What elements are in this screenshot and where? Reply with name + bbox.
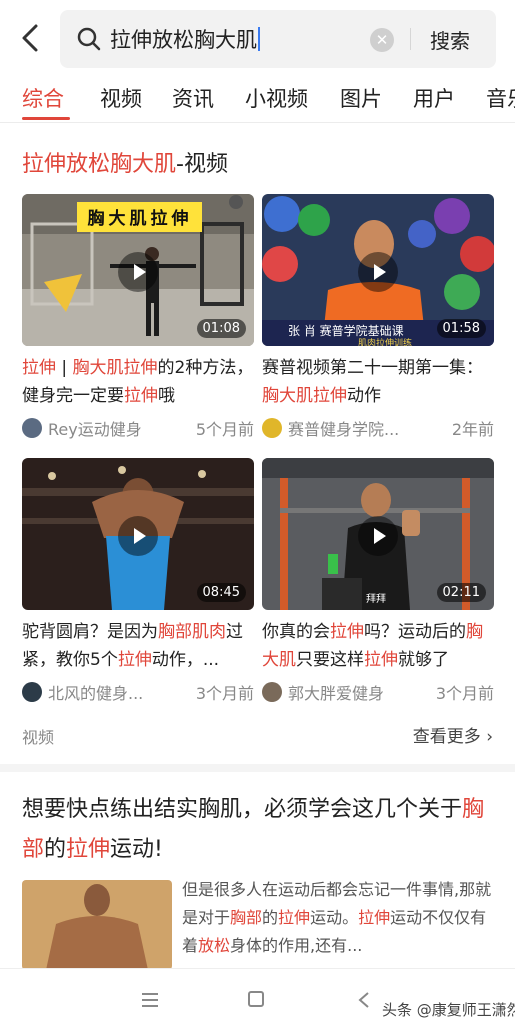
author-name[interactable]: Rey运动健身 [48, 416, 142, 440]
highlighted-keyword: 拉伸 [358, 908, 391, 927]
section-separator [0, 764, 515, 772]
tab-short-video[interactable]: 小视频 [245, 83, 308, 113]
tab-comprehensive[interactable]: 综合 [22, 83, 64, 113]
video-title[interactable]: 赛普视频第二十一期第一集： 胸大肌拉伸动作 [262, 354, 494, 410]
highlighted-keyword: 拉伸 [124, 386, 158, 406]
video-meta: 赛普健身学院... 2年前 [262, 416, 494, 440]
text-segment: 哦 [158, 386, 175, 406]
text-segment: 只要这样 [296, 650, 364, 670]
tab-music[interactable]: 音乐 [486, 83, 515, 113]
author-name[interactable]: 郭大胖爱健身 [288, 680, 384, 704]
publish-time: 2年前 [451, 420, 494, 439]
menu-icon[interactable] [142, 993, 158, 1011]
highlighted-keyword: 拉伸 [278, 908, 311, 927]
video-duration: 01:58 [436, 319, 486, 338]
watermark: 头条 @康复师王潇然 [382, 1001, 515, 1019]
tab-news[interactable]: 资讯 [172, 83, 214, 113]
video-title[interactable]: 拉伸 | 胸大肌拉伸的2种方法，健身完一定要拉伸哦 [22, 354, 254, 410]
system-nav-bar: 头条 @康复师王潇然 [0, 968, 515, 1030]
highlighted-keyword: 胸部 [230, 908, 263, 927]
text-segment: 赛普视频第二十一期第一集： [262, 358, 483, 378]
video-thumbnail[interactable]: 拜拜 02:11 [262, 458, 494, 610]
highlighted-keyword: 胸大肌拉伸 [72, 358, 158, 378]
video-thumbnail[interactable]: 08:45 [22, 458, 254, 610]
text-segment: 你真的会 [262, 622, 330, 642]
text-segment: 身体的作用,还有... [230, 936, 363, 955]
video-thumbnail[interactable]: 胸大肌拉伸 01:08 [22, 194, 254, 346]
text-segment: 运动! [110, 837, 163, 862]
video-duration: 08:45 [196, 583, 246, 602]
text-segment: 就够了 [398, 650, 449, 670]
author-name[interactable]: 北风的健身... [48, 680, 143, 704]
highlighted-keyword: 拉伸 [364, 650, 398, 670]
see-more-link[interactable]: 查看更多 › [413, 722, 493, 747]
highlighted-keyword: 拉伸 [330, 622, 364, 642]
article-thumbnail[interactable] [22, 880, 172, 970]
play-icon[interactable] [358, 516, 398, 556]
avatar[interactable] [262, 418, 282, 438]
home-icon[interactable] [248, 991, 264, 1007]
avatar[interactable] [22, 418, 42, 438]
video-title[interactable]: 你真的会拉伸吗？运动后的胸大肌只要这样拉伸就够了 [262, 618, 494, 674]
section-source-label: 视频 [22, 728, 55, 747]
text-segment: 动作 [347, 386, 381, 406]
muscular-man-image [22, 880, 172, 970]
text-segment: | [56, 358, 73, 378]
video-meta: 北风的健身... 3个月前 [22, 680, 254, 704]
article-snippet: 但是很多人在运动后都会忘记一件事情,那就是对于胸部的拉伸运动。拉伸运动不仅仅有着… [182, 876, 494, 960]
thumbnail-subcaption: 肌肉拉伸训练 [358, 339, 413, 346]
tab-users[interactable]: 用户 [413, 83, 455, 113]
article-title[interactable]: 想要快点练出结实胸肌，必须学会这几个关于胸部的拉伸运动! [22, 790, 498, 870]
text-caret [258, 27, 260, 51]
text-segment: 驼背圆肩？是因为 [22, 622, 158, 642]
text-segment: 运动。 [310, 908, 359, 927]
highlighted-keyword: 胸部肌肉 [158, 622, 226, 642]
video-section-title[interactable]: 拉伸放松胸大肌-视频 [22, 146, 228, 178]
highlighted-keyword: 拉伸 [66, 837, 111, 862]
back-icon[interactable] [358, 991, 370, 1009]
divider [0, 122, 515, 123]
clear-icon[interactable]: ✕ [370, 28, 394, 52]
highlighted-keyword: 放松 [198, 936, 231, 955]
video-duration: 01:08 [196, 319, 246, 338]
text-segment: 的 [44, 837, 67, 862]
video-thumbnail[interactable]: 张 肖 赛普学院基础课 肌肉拉伸训练 01:58 [262, 194, 494, 346]
video-title[interactable]: 驼背圆肩？是因为胸部肌肉过紧，教你5个拉伸动作，... [22, 618, 254, 674]
avatar[interactable] [262, 682, 282, 702]
search-icon [77, 27, 101, 51]
divider [410, 28, 411, 50]
play-icon[interactable] [358, 252, 398, 292]
search-header: 拉伸放松胸大肌 ✕ 搜索 [0, 0, 515, 76]
video-duration: 02:11 [436, 583, 486, 602]
play-icon[interactable] [118, 252, 158, 292]
active-tab-indicator [22, 117, 70, 120]
video-meta: 郭大胖爱健身 3个月前 [262, 680, 494, 704]
text-segment: 想要快点练出结实胸肌，必须学会这几个关于 [22, 797, 463, 822]
search-button[interactable]: 搜索 [430, 25, 470, 54]
tab-video[interactable]: 视频 [100, 83, 142, 113]
text-segment: 吗？运动后的 [364, 622, 466, 642]
text-segment: 的 [262, 908, 279, 927]
back-arrow-icon[interactable] [18, 22, 44, 54]
text-segment: 动作，... [151, 650, 220, 670]
video-meta: Rey运动健身 5个月前 [22, 416, 254, 440]
publish-time: 3个月前 [435, 684, 494, 703]
publish-time: 5个月前 [195, 420, 254, 439]
search-input[interactable]: 拉伸放松胸大肌 ✕ 搜索 [60, 10, 496, 68]
avatar[interactable] [22, 682, 42, 702]
category-tabs: 综合 视频 资讯 小视频 图片 用户 音乐 [0, 76, 515, 122]
tab-images[interactable]: 图片 [340, 83, 382, 113]
play-icon[interactable] [118, 516, 158, 556]
highlighted-keyword: 胸大肌拉伸 [262, 386, 347, 406]
thumbnail-caption: 胸大肌拉伸 [87, 209, 193, 229]
publish-time: 3个月前 [195, 684, 254, 703]
highlighted-keyword: 拉伸 [117, 650, 152, 670]
thumbnail-caption: 拜拜 [366, 594, 386, 605]
search-query[interactable]: 拉伸放松胸大肌 [110, 24, 260, 54]
highlighted-keyword: 拉伸 [22, 358, 56, 378]
author-name[interactable]: 赛普健身学院... [288, 416, 399, 440]
